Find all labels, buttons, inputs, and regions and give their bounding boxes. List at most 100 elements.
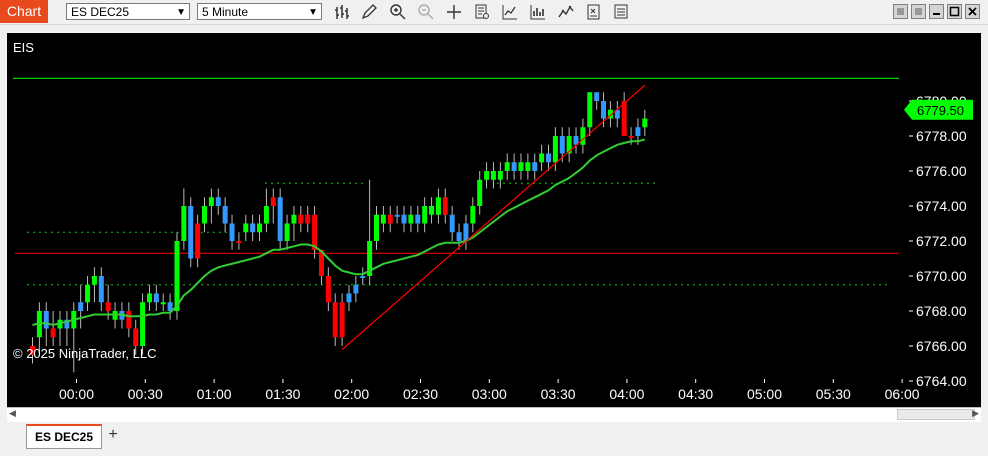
candle (243, 223, 249, 233)
candle (594, 92, 600, 101)
price-chart[interactable]: 6780.006778.006776.006774.006772.006770.… (7, 33, 981, 407)
strategies-icon[interactable] (528, 3, 548, 21)
x-tick-label: 04:30 (678, 386, 713, 402)
candle (353, 284, 359, 294)
candle (126, 311, 132, 329)
candle (490, 171, 496, 180)
candle (415, 214, 421, 224)
candle (222, 206, 228, 224)
data-box-icon[interactable] (612, 3, 632, 21)
interval-value: 5 Minute (202, 5, 249, 19)
candle (140, 302, 146, 346)
candle (546, 153, 551, 163)
x-tick-label: 03:00 (472, 386, 507, 402)
add-tab-icon[interactable]: + (104, 426, 122, 444)
chevron-down-icon: ▼ (308, 7, 318, 18)
candle (270, 197, 276, 206)
title-bar: Chart ES DEC25 ▼ 5 Minute ▼ (0, 0, 988, 25)
chart-panel[interactable]: 6780.006778.006776.006774.006772.006770.… (7, 33, 981, 407)
y-tick-label: 6768.00 (916, 303, 967, 319)
chart-trader-icon[interactable] (556, 3, 576, 21)
candle (518, 162, 524, 171)
x-tick-label: 05:00 (747, 386, 782, 402)
bar-style-icon[interactable] (333, 3, 353, 21)
candle (442, 197, 448, 215)
properties-icon[interactable] (472, 3, 492, 21)
candle (195, 223, 201, 259)
candle (497, 171, 503, 180)
zoom-out-icon[interactable] (416, 3, 436, 21)
candle (133, 328, 139, 346)
y-tick-label: 6766.00 (916, 338, 967, 354)
tab-es-dec25[interactable]: ES DEC25 (26, 424, 102, 449)
candle (380, 214, 386, 224)
x-tick-label: 01:30 (265, 386, 300, 402)
candle (215, 197, 221, 206)
candle (188, 206, 194, 259)
candle (43, 311, 49, 329)
candle (332, 302, 338, 338)
chevron-down-icon: ▼ (176, 7, 186, 18)
candle (85, 284, 91, 303)
instrument-tabs-bar: ES DEC25 + (0, 422, 988, 456)
candle (105, 302, 111, 311)
chart-label: EIS (13, 40, 34, 55)
candle (601, 101, 607, 119)
x-tick-label: 03:30 (541, 386, 576, 402)
candle (78, 302, 84, 311)
chart-app-tab[interactable]: Chart (0, 0, 48, 23)
scroll-left-icon[interactable]: ◀ (9, 408, 16, 419)
candle (642, 118, 648, 128)
candle (284, 223, 290, 241)
draw-pencil-icon[interactable] (360, 3, 380, 21)
copyright-text: © 2025 NinjaTrader, LLC (13, 346, 157, 361)
candle (174, 241, 180, 311)
candle (394, 214, 400, 217)
candle (298, 214, 304, 224)
candle (539, 153, 545, 163)
candle (511, 162, 517, 171)
link-button[interactable] (893, 4, 908, 19)
candle (181, 206, 187, 241)
link-instrument-button[interactable] (911, 4, 926, 19)
close-button[interactable] (965, 4, 980, 19)
candle (202, 206, 207, 224)
indicators-icon[interactable] (500, 3, 520, 21)
minimize-button[interactable] (929, 4, 944, 19)
maximize-button[interactable] (947, 4, 962, 19)
candle (98, 276, 104, 303)
candle (263, 206, 269, 224)
candle (587, 92, 593, 128)
x-tick-label: 04:00 (609, 386, 644, 402)
instrument-selector[interactable]: ES DEC25 ▼ (66, 3, 190, 20)
candle (435, 197, 441, 215)
x-tick-label: 05:30 (816, 386, 851, 402)
candle (312, 214, 318, 250)
candle (160, 302, 166, 305)
crosshair-icon[interactable] (444, 3, 464, 21)
interval-selector[interactable]: 5 Minute ▼ (197, 3, 322, 20)
candle (360, 276, 366, 278)
x-tick-label: 02:00 (334, 386, 369, 402)
candle (628, 136, 634, 138)
candle (374, 214, 379, 241)
x-tick-label: 00:30 (128, 386, 163, 402)
candle (463, 223, 469, 241)
candle (208, 197, 214, 206)
candle (525, 162, 531, 171)
y-tick-label: 6770.00 (916, 268, 967, 284)
candle (236, 241, 242, 243)
candle (559, 136, 565, 154)
y-tick-label: 6772.00 (916, 233, 967, 249)
scroll-thumb[interactable] (897, 409, 975, 420)
scroll-right-icon[interactable]: ▶ (972, 408, 979, 419)
candle (305, 214, 311, 224)
zoom-in-icon[interactable] (388, 3, 408, 21)
horizontal-scrollbar[interactable]: ◀ ▶ (7, 407, 981, 422)
candle (277, 197, 283, 241)
candle (346, 293, 352, 303)
candle (635, 127, 641, 136)
alerts-icon[interactable] (584, 3, 604, 21)
candle (229, 223, 235, 241)
candle (504, 162, 510, 171)
